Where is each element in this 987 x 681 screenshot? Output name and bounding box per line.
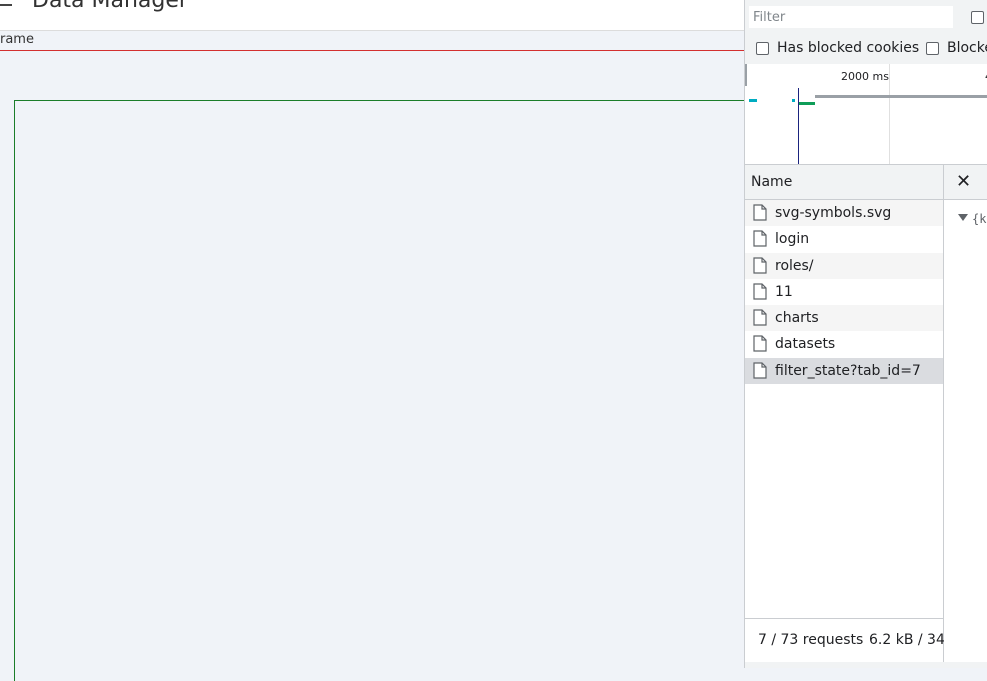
filter-input[interactable] — [749, 6, 953, 28]
request-name: datasets — [775, 336, 836, 353]
file-icon — [753, 283, 767, 300]
expand-triangle-icon[interactable] — [958, 214, 968, 221]
request-row[interactable]: 11 — [745, 279, 943, 305]
has-blocked-cookies-label[interactable]: Has blocked cookies — [777, 40, 919, 56]
has-blocked-cookies-checkbox[interactable] — [756, 42, 769, 55]
invert-checkbox[interactable] — [971, 11, 984, 24]
file-icon — [753, 256, 767, 274]
file-icon — [753, 309, 767, 326]
timeline-left-handle[interactable] — [745, 64, 747, 86]
timeline-load-marker — [798, 88, 799, 164]
timeline-overview-bar — [815, 95, 987, 98]
blocked-requests-checkbox[interactable] — [926, 42, 939, 55]
page-title: Data Manager — [32, 0, 188, 13]
request-list: svg-symbols.svg login roles/11 charts datase… — [745, 200, 944, 618]
file-icon — [753, 204, 767, 221]
network-overview-timeline[interactable]: 2000 ms 4 — [745, 64, 987, 165]
request-name: charts — [775, 310, 819, 327]
timeline-tick-label: 2000 ms — [841, 70, 889, 83]
timeline-request-bar — [749, 99, 757, 102]
request-row[interactable]: charts — [745, 305, 943, 332]
request-row[interactable]: svg-symbols.svg — [745, 200, 943, 227]
request-row[interactable]: filter_state?tab_id=7 — [745, 357, 943, 385]
request-name: roles/ — [775, 257, 814, 274]
filter-options-row: Has blocked cookies Blocke — [745, 34, 987, 65]
blocked-requests-label[interactable]: Blocke — [947, 40, 987, 56]
request-count: 7 / 73 requests — [758, 632, 864, 648]
request-name: 11 — [775, 283, 793, 300]
name-column-label: Name — [751, 174, 793, 190]
timeline-request-bar — [799, 102, 815, 105]
file-icon — [753, 362, 767, 379]
request-name: filter_state?tab_id=7 — [775, 362, 921, 379]
timeline-gridline — [889, 64, 890, 164]
file-icon — [753, 335, 767, 353]
request-row[interactable]: datasets — [745, 331, 943, 357]
frame-bar: rame — [0, 31, 744, 51]
close-icon[interactable]: ✕ — [956, 171, 971, 192]
content-frame — [14, 100, 755, 681]
bottom-strip — [745, 662, 987, 668]
json-tree-preview: {k — [972, 212, 987, 226]
response-preview: {k — [944, 200, 987, 668]
filter-toolbar — [745, 0, 987, 34]
file-icon — [753, 230, 767, 247]
app-header: Data Manager — [0, 0, 744, 31]
request-row[interactable]: login — [745, 226, 943, 252]
frame-label: rame — [0, 32, 34, 47]
detail-tabs-header: ✕ — [944, 165, 987, 200]
request-row[interactable]: roles/ — [745, 252, 943, 279]
request-name: svg-symbols.svg — [775, 205, 892, 221]
devtools-network-panel: Has blocked cookies Blocke 2000 ms 4 Nam… — [744, 0, 987, 668]
menu-icon[interactable] — [0, 4, 12, 6]
timeline-request-bar — [792, 99, 795, 102]
status-bar: 7 / 73 requests 6.2 kB / 34.0 — [745, 618, 958, 663]
name-column-header[interactable]: Name — [745, 165, 944, 200]
request-name: login — [775, 231, 810, 248]
